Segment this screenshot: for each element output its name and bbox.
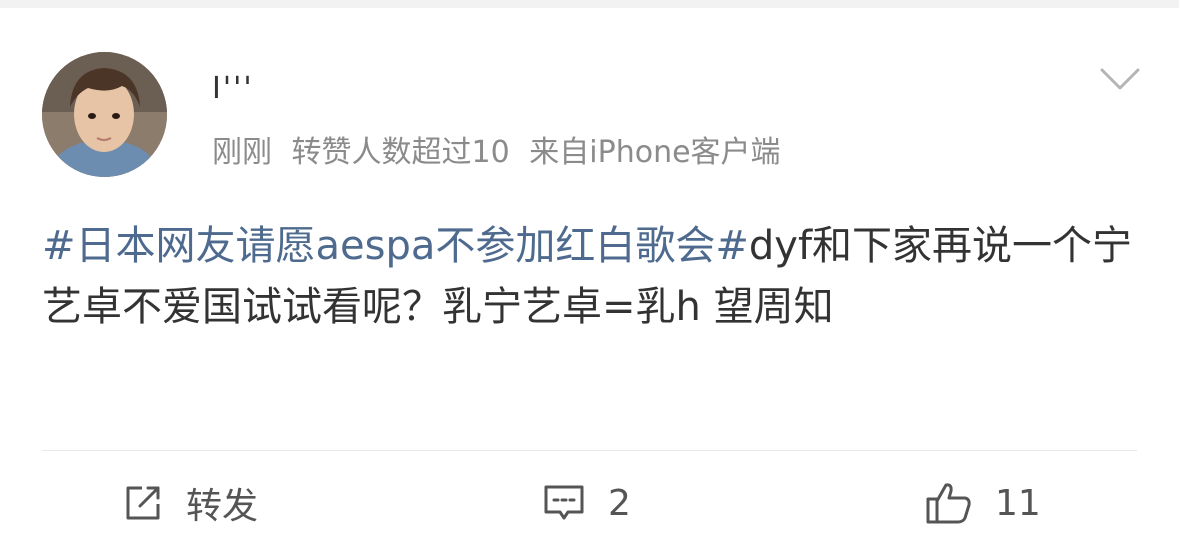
repost-icon — [126, 486, 160, 520]
repost-label: 转发 — [186, 486, 259, 527]
comment-icon — [544, 485, 584, 520]
divider — [42, 450, 1137, 451]
hashtag-link[interactable]: #日本网友请愿aespa不参加红白歌会# — [42, 223, 749, 269]
username[interactable]: I''' — [212, 74, 254, 104]
comment-button[interactable]: 2 — [542, 478, 631, 528]
post-meta: 刚刚 转赞人数超过10 来自iPhone客户端 — [212, 133, 791, 173]
like-count: 11 — [995, 482, 1041, 524]
chevron-down-icon[interactable] — [1098, 62, 1142, 98]
comment-count: 2 — [608, 482, 631, 524]
post-source[interactable]: 来自iPhone客户端 — [529, 135, 780, 170]
repost-button[interactable]: 转发 — [122, 478, 258, 528]
like-button[interactable]: 11 — [925, 478, 1041, 528]
thumbs-up-icon — [926, 483, 971, 524]
top-separator-bar — [0, 0, 1179, 8]
avatar[interactable] — [42, 52, 167, 177]
reposts-note: 转赞人数超过10 — [291, 135, 510, 170]
post-content: #日本网友请愿aespa不参加红白歌会#dyf和下家再说一个宁艺卓不爱国试试看呢… — [42, 216, 1137, 338]
avatar-image — [42, 52, 167, 177]
post-time: 刚刚 — [212, 135, 272, 170]
